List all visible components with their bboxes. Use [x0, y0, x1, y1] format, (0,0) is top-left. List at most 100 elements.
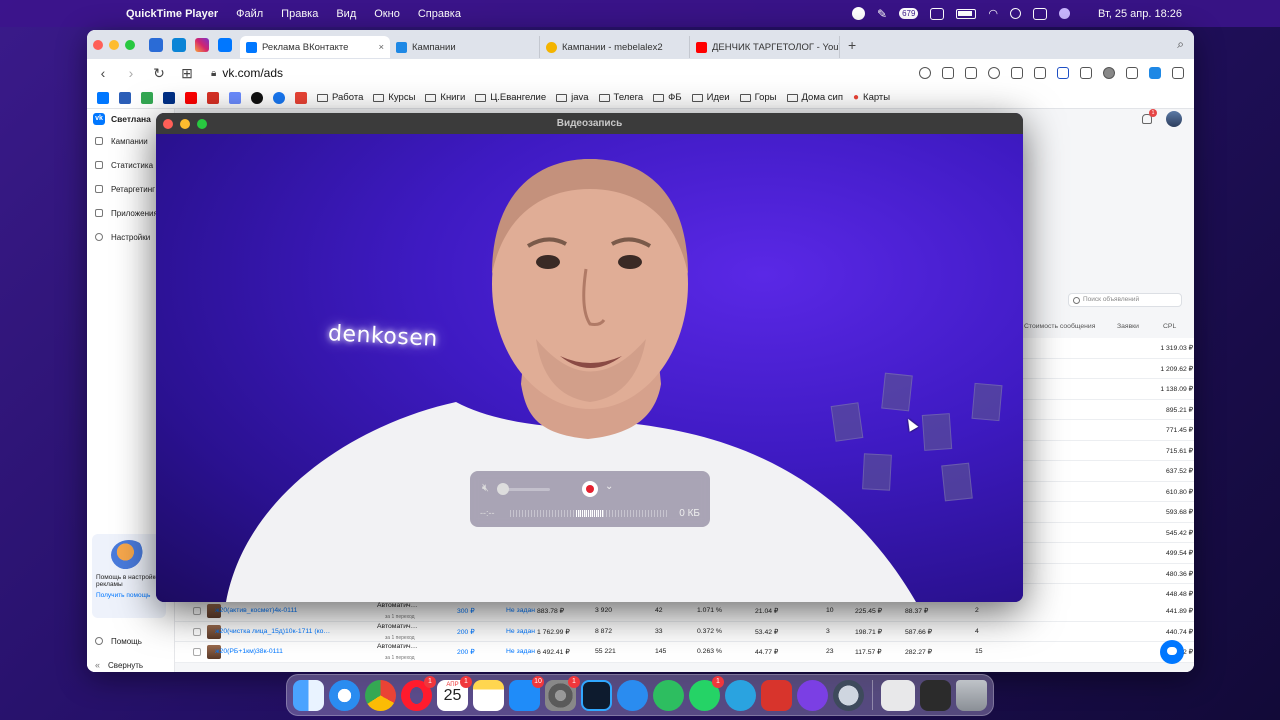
- search-icon[interactable]: [1010, 8, 1022, 19]
- minimize-window-button[interactable]: [109, 39, 119, 50]
- facebook-bookmark-icon[interactable]: [273, 91, 285, 104]
- quill-icon[interactable]: ✎: [877, 7, 887, 21]
- heart-icon[interactable]: [1034, 67, 1046, 79]
- tab-campaigns[interactable]: Кампании: [390, 36, 540, 58]
- reload-button[interactable]: ↻: [147, 65, 171, 82]
- photoshop-icon[interactable]: [581, 679, 612, 711]
- battery-saver-icon[interactable]: [1149, 67, 1161, 79]
- gmail-bookmark-icon[interactable]: [295, 91, 307, 104]
- cell-limit[interactable]: Не задан: [506, 628, 535, 635]
- table-row[interactable]: ж20(чистка лица_15д)10к-1711 (ко… Автомат…: [175, 621, 1194, 642]
- pinned-tab-icon[interactable]: [149, 37, 163, 52]
- status-count-badge[interactable]: 679: [899, 8, 919, 19]
- opera-icon[interactable]: 1: [401, 675, 436, 711]
- mute-icon[interactable]: 🔇︎: [482, 482, 489, 495]
- tab-vk-ads[interactable]: Реклама ВКонтакте ×: [240, 36, 390, 58]
- menu-help[interactable]: Справка: [418, 8, 461, 20]
- search-ads-input[interactable]: Поиск объявлений: [1068, 293, 1182, 307]
- translate-bookmark-icon[interactable]: [229, 91, 241, 104]
- volume-slider-knob[interactable]: [497, 483, 509, 495]
- url-field[interactable]: vk.com/ads: [222, 66, 283, 80]
- get-help-link[interactable]: Получить помощь: [96, 592, 162, 599]
- window-thumbnail-icon[interactable]: [881, 679, 915, 711]
- quicktime-titlebar[interactable]: Видеозапись: [156, 113, 1023, 134]
- table-row[interactable]: ж20(РБ+1км)38к-0111 Автоматич… 200 ₽ Не зад…: [175, 642, 1194, 663]
- chat-button[interactable]: [1160, 640, 1184, 664]
- camera-icon[interactable]: [965, 67, 977, 79]
- cell-limit[interactable]: Не задан: [506, 607, 535, 614]
- cart-icon[interactable]: [1057, 67, 1069, 79]
- tab-youtube[interactable]: ДЕНЧИК ТАРГЕТОЛОГ - YouTub: [690, 36, 840, 58]
- safari-icon[interactable]: [329, 679, 360, 711]
- whatsapp-icon[interactable]: 1: [689, 675, 724, 711]
- cube-icon[interactable]: [1080, 67, 1092, 79]
- battery-icon[interactable]: [956, 8, 977, 19]
- cell-name[interactable]: ж20(РБ+1км)38к-0111: [215, 648, 283, 655]
- bookmark-icon[interactable]: [119, 91, 131, 104]
- cell-name[interactable]: ж20(чистка лица_15д)10к-1711 (ко…: [215, 628, 330, 635]
- app-store-icon[interactable]: 10: [509, 675, 544, 711]
- menu-view[interactable]: Вид: [336, 8, 356, 20]
- downloads-stack-icon[interactable]: [920, 679, 951, 711]
- quicktime-icon[interactable]: [833, 679, 864, 711]
- bookmark-folder[interactable]: Дома сип: [786, 92, 843, 103]
- menu-icon[interactable]: [1172, 67, 1184, 79]
- vk-icon[interactable]: [218, 37, 232, 52]
- cell-bid[interactable]: 200 ₽: [457, 648, 475, 656]
- dapp-icon[interactable]: [797, 679, 828, 711]
- bookmark-folder[interactable]: Ц.Евангелие: [475, 92, 546, 103]
- edit-icon[interactable]: [942, 67, 954, 79]
- network-icon[interactable]: [617, 679, 648, 711]
- menu-window[interactable]: Окно: [374, 8, 400, 20]
- bookmark-folder[interactable]: Телега: [598, 92, 643, 103]
- col-cost-per-message[interactable]: Стоимость сообщения: [1024, 323, 1095, 330]
- pv-icon[interactable]: [930, 7, 945, 20]
- row-checkbox[interactable]: [193, 607, 201, 615]
- forward-button[interactable]: ›: [119, 65, 143, 81]
- app-name-menu[interactable]: QuickTime Player: [126, 8, 218, 20]
- wifi-icon[interactable]: ◠: [988, 7, 998, 20]
- telegram-icon[interactable]: [725, 679, 756, 711]
- close-tab-icon[interactable]: ×: [378, 42, 384, 53]
- record-button[interactable]: [582, 481, 598, 497]
- tools-icon[interactable]: [761, 679, 792, 711]
- profile-icon[interactable]: [1103, 67, 1115, 79]
- back-button[interactable]: ‹: [91, 65, 115, 81]
- chevron-down-icon[interactable]: ⌄: [605, 481, 613, 492]
- clock[interactable]: Вт, 25 апр. 18:26: [1098, 8, 1182, 20]
- row-checkbox[interactable]: [193, 648, 201, 656]
- trash-icon[interactable]: [956, 679, 987, 711]
- system-settings-icon[interactable]: 1: [545, 675, 580, 711]
- bookmark-folder[interactable]: java: [556, 92, 589, 103]
- cell-bid[interactable]: 300 ₽: [457, 607, 475, 615]
- bookmark-folder[interactable]: Горы: [739, 92, 777, 103]
- siri-icon[interactable]: [1059, 8, 1071, 19]
- cell-limit[interactable]: Не задан: [506, 648, 535, 655]
- bookmark-icon[interactable]: [251, 91, 263, 104]
- speed-dial-icon[interactable]: ⊞: [175, 65, 199, 82]
- chrome-icon[interactable]: [365, 679, 396, 711]
- download-icon[interactable]: [1126, 67, 1138, 79]
- instagram-icon[interactable]: [195, 37, 209, 52]
- bookmark-icon[interactable]: [207, 91, 219, 104]
- bookmark-folder[interactable]: Книги: [425, 92, 465, 103]
- new-tab-button[interactable]: +: [848, 37, 856, 53]
- bell-icon[interactable]: 1: [1142, 109, 1157, 124]
- avatar[interactable]: [1166, 111, 1182, 127]
- bookmark-folder[interactable]: ФБ: [653, 92, 682, 103]
- block-icon[interactable]: [988, 67, 1000, 79]
- cell-name[interactable]: ж20(актив_космет)4к-0111: [215, 607, 297, 614]
- youtube-bookmark-icon[interactable]: [185, 91, 197, 104]
- zoom-icon[interactable]: [919, 67, 931, 79]
- bookmark-folder[interactable]: Курсы: [373, 92, 415, 103]
- evernote-icon[interactable]: [653, 679, 684, 711]
- notes-icon[interactable]: [473, 679, 504, 711]
- calendar-icon[interactable]: АПР 25 1: [437, 675, 472, 711]
- sidebar-item-collapse[interactable]: « Свернуть: [87, 653, 175, 672]
- col-cpl[interactable]: CPL: [1163, 323, 1176, 330]
- vk-bookmark-icon[interactable]: [97, 91, 109, 104]
- close-window-button[interactable]: [93, 39, 103, 50]
- menu-file[interactable]: Файл: [236, 8, 263, 20]
- menu-edit[interactable]: Правка: [281, 8, 318, 20]
- bookmark-folder[interactable]: Работа: [317, 92, 363, 103]
